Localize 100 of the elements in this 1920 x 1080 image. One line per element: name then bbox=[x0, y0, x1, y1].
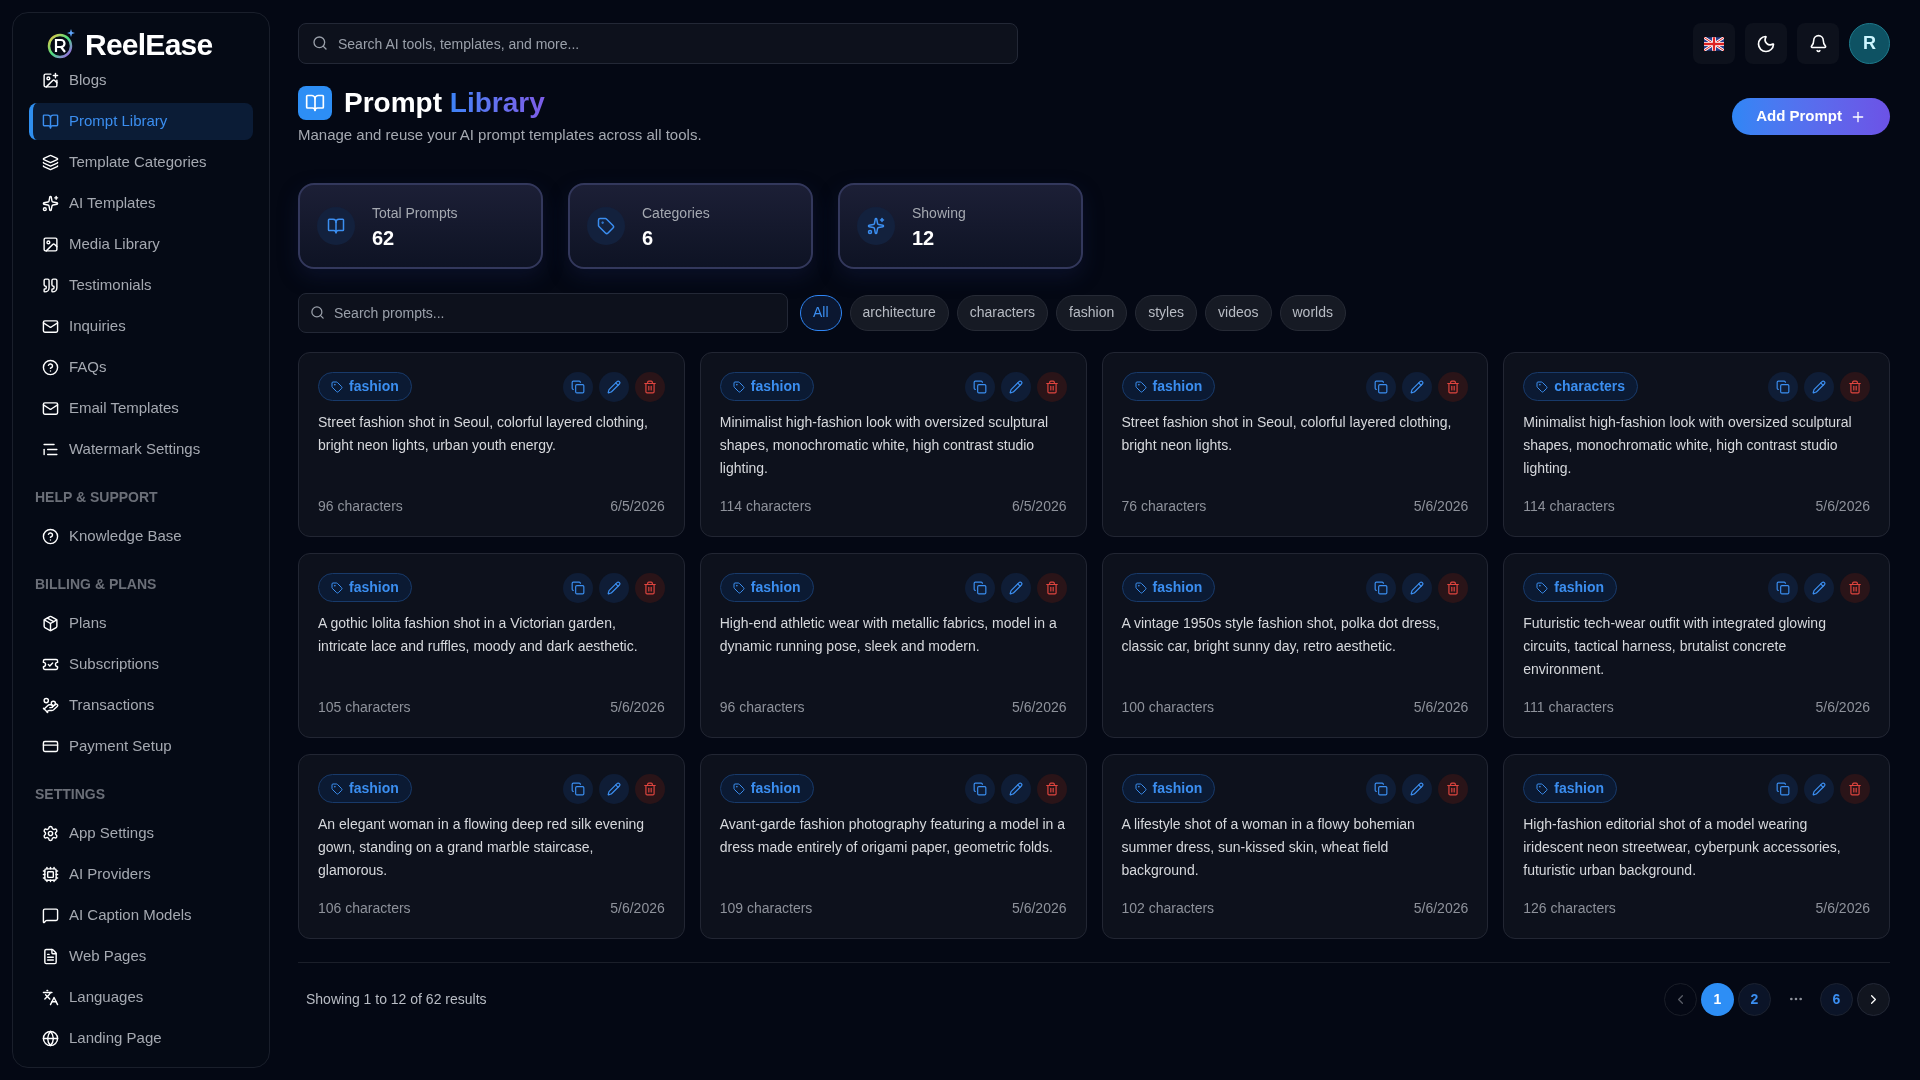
add-prompt-button[interactable]: Add Prompt bbox=[1732, 98, 1890, 135]
filter-chip[interactable]: All bbox=[800, 294, 842, 331]
tag-badge: fashion bbox=[1121, 372, 1216, 401]
pencil-icon bbox=[1008, 580, 1023, 595]
page-title: Prompt Library bbox=[344, 86, 545, 120]
sidebar-item[interactable]: Prompt Library bbox=[29, 103, 253, 140]
edit-button[interactable] bbox=[1402, 371, 1433, 402]
filter-chip[interactable]: videos bbox=[1205, 294, 1272, 331]
notifications-button[interactable] bbox=[1797, 23, 1839, 64]
filter-chip[interactable]: fashion bbox=[1056, 294, 1128, 331]
copy-button[interactable] bbox=[1768, 773, 1798, 804]
delete-button[interactable] bbox=[1840, 371, 1870, 402]
tag-badge: characters bbox=[1523, 372, 1639, 401]
sidebar-item[interactable]: Subscriptions bbox=[29, 646, 253, 683]
edit-button[interactable] bbox=[1402, 572, 1433, 603]
filter-chip[interactable]: characters bbox=[956, 294, 1049, 331]
sidebar-item[interactable]: AI Providers bbox=[29, 856, 253, 893]
page-subtitle: Manage and reuse your AI prompt templates across all tools. bbox=[298, 125, 702, 145]
delete-button[interactable] bbox=[1438, 773, 1469, 804]
prompt-text: Minimalist high-fashion look with oversized sculptural shapes, monochromatic white, high contrast studio lighting. bbox=[1523, 412, 1853, 478]
sidebar-item[interactable]: Transactions bbox=[29, 687, 253, 724]
delete-button[interactable] bbox=[1036, 773, 1067, 804]
delete-button[interactable] bbox=[634, 371, 665, 402]
sidebar-item[interactable]: Landing Page bbox=[29, 1020, 253, 1057]
sidebar-item[interactable]: Languages bbox=[29, 979, 253, 1016]
edit-button[interactable] bbox=[1804, 773, 1834, 804]
copy-button[interactable] bbox=[1366, 572, 1397, 603]
delete-button[interactable] bbox=[1840, 572, 1870, 603]
copy-button[interactable] bbox=[964, 773, 995, 804]
sidebar-item[interactable]: AI Caption Models bbox=[29, 897, 253, 934]
sidebar-item[interactable]: FAQs bbox=[29, 349, 253, 386]
character-count: 96 characters bbox=[719, 697, 805, 717]
search-field[interactable]: Search AI tools, templates, and more... bbox=[298, 23, 1018, 64]
tag-icon bbox=[1134, 581, 1147, 594]
delete-button[interactable] bbox=[1438, 572, 1469, 603]
edit-button[interactable] bbox=[1000, 572, 1031, 603]
edit-button[interactable] bbox=[1000, 371, 1031, 402]
sidebar-item[interactable]: Web Pages bbox=[29, 938, 253, 975]
sidebar-item[interactable]: AI Templates bbox=[29, 185, 253, 222]
sparkles-icon bbox=[867, 216, 885, 235]
delete-button[interactable] bbox=[1036, 572, 1067, 603]
filter-chip[interactable]: styles bbox=[1135, 294, 1198, 331]
sidebar-item[interactable]: Media Library bbox=[29, 226, 253, 263]
edit-button[interactable] bbox=[598, 371, 629, 402]
sidebar-item[interactable]: Testimonials bbox=[29, 267, 253, 304]
edit-button[interactable] bbox=[598, 572, 629, 603]
results-summary: Showing 1 to 12 of 62 results bbox=[306, 989, 487, 1009]
delete-button[interactable] bbox=[634, 572, 665, 603]
help-icon bbox=[42, 359, 59, 376]
language-button[interactable] bbox=[1693, 23, 1735, 64]
edit-button[interactable] bbox=[1804, 371, 1834, 402]
copy-button[interactable] bbox=[562, 773, 593, 804]
sidebar-item[interactable]: Email Templates bbox=[29, 390, 253, 427]
page-button[interactable]: 6 bbox=[1820, 982, 1853, 1016]
prompt-text: Futuristic tech-wear outfit with integrated glowing circuits, tactical harness, brutalist concrete environment. bbox=[1523, 613, 1827, 679]
sidebar-item[interactable]: Blogs bbox=[29, 62, 253, 99]
page-button[interactable]: 2 bbox=[1738, 982, 1771, 1016]
copy-icon bbox=[972, 781, 987, 796]
filter-chip[interactable]: worlds bbox=[1279, 294, 1346, 331]
copy-button[interactable] bbox=[1366, 773, 1397, 804]
delete-button[interactable] bbox=[1036, 371, 1067, 402]
tag-badge: fashion bbox=[1523, 573, 1618, 602]
sidebar-item[interactable]: Template Categories bbox=[29, 144, 253, 181]
trash-icon bbox=[1446, 781, 1461, 796]
prompt-date: 5/6/2026 bbox=[610, 697, 665, 717]
search-field[interactable]: Search prompts... bbox=[298, 292, 788, 333]
sidebar-item[interactable]: Plans bbox=[29, 605, 253, 642]
prompt-date: 5/6/2026 bbox=[1012, 697, 1067, 717]
character-count: 109 characters bbox=[719, 898, 813, 918]
delete-button[interactable] bbox=[1840, 773, 1870, 804]
next-page-button[interactable] bbox=[1857, 982, 1890, 1016]
theme-button[interactable] bbox=[1745, 23, 1787, 64]
edit-button[interactable] bbox=[1402, 773, 1433, 804]
delete-button[interactable] bbox=[1438, 371, 1469, 402]
sidebar-item[interactable]: App Settings bbox=[29, 815, 253, 852]
edit-button[interactable] bbox=[598, 773, 629, 804]
copy-button[interactable] bbox=[1768, 371, 1798, 402]
sidebar-item[interactable]: Watermark Settings bbox=[29, 431, 253, 468]
copy-button[interactable] bbox=[1768, 572, 1798, 603]
prompt-text: A gothic lolita fashion shot in a Victorian garden, intricate lace and ruffles, moody and dark aesthetic. bbox=[318, 613, 639, 656]
copy-button[interactable] bbox=[964, 371, 995, 402]
tag-icon bbox=[1536, 581, 1549, 594]
pencil-icon bbox=[1008, 379, 1023, 394]
sidebar-item[interactable]: Payment Setup bbox=[29, 728, 253, 765]
prompt-date: 5/6/2026 bbox=[1012, 898, 1067, 918]
avatar[interactable]: R bbox=[1849, 23, 1890, 64]
copy-button[interactable] bbox=[562, 371, 593, 402]
edit-button[interactable] bbox=[1804, 572, 1834, 603]
filter-chip[interactable]: architecture bbox=[849, 294, 949, 331]
prompt-date: 5/6/2026 bbox=[1815, 697, 1870, 717]
prompt-text: A lifestyle shot of a woman in a flowy bohemian summer dress, sun-kissed skin, wheat field background. bbox=[1121, 814, 1416, 880]
edit-button[interactable] bbox=[1000, 773, 1031, 804]
character-count: 100 characters bbox=[1121, 697, 1215, 717]
delete-button[interactable] bbox=[634, 773, 665, 804]
copy-button[interactable] bbox=[562, 572, 593, 603]
copy-button[interactable] bbox=[1366, 371, 1397, 402]
sidebar-item[interactable]: Inquiries bbox=[29, 308, 253, 345]
sidebar-item[interactable]: Knowledge Base bbox=[29, 518, 253, 555]
copy-button[interactable] bbox=[964, 572, 995, 603]
pencil-icon bbox=[1410, 580, 1425, 595]
